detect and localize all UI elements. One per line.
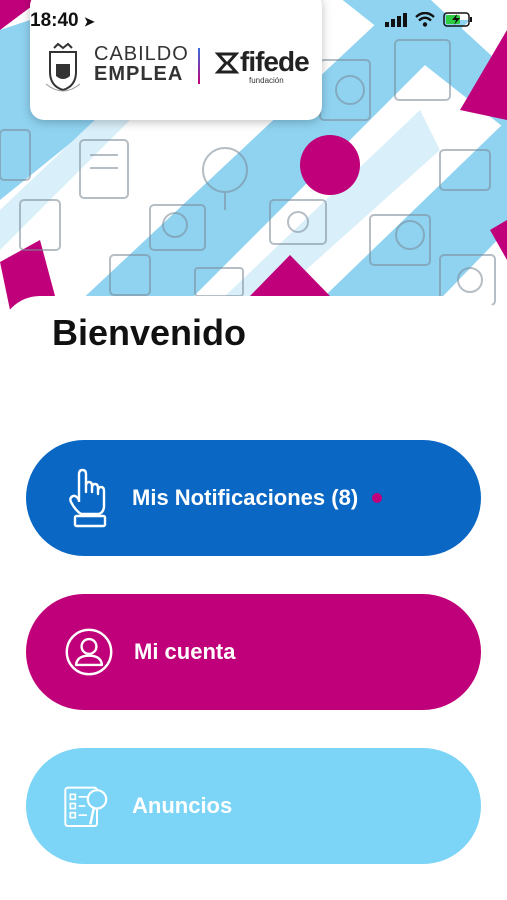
account-label: Mi cuenta — [134, 639, 236, 664]
unread-indicator-dot — [372, 493, 383, 503]
ads-button[interactable]: Anuncios — [26, 748, 481, 864]
emplea-text: EMPLEA — [94, 63, 184, 85]
status-time: 18:40 ➤ — [30, 10, 95, 31]
location-arrow-icon: ➤ — [83, 14, 95, 29]
welcome-title: Bienvenido — [52, 312, 247, 353]
battery-charging-icon — [443, 12, 472, 27]
wifi-icon — [415, 12, 435, 27]
fifede-logo-icon — [214, 52, 240, 74]
notifications-button[interactable]: Mis Notificaciones (8) — [26, 440, 481, 556]
status-bar: 18:40 ➤ — [0, 0, 507, 44]
cabildo-text: CABILDO — [94, 43, 189, 65]
pointing-hand-icon — [62, 468, 112, 528]
notifications-label: Mis Notificaciones (8) — [132, 485, 359, 510]
cabildo-emplea-logo: CABILDO EMPLEA — [94, 44, 189, 84]
signal-icon — [385, 12, 407, 27]
account-button[interactable]: Mi cuenta — [26, 594, 481, 710]
logo-divider — [198, 48, 200, 84]
ads-label: Anuncios — [132, 793, 233, 818]
document-search-icon — [62, 776, 112, 836]
user-circle-icon — [64, 622, 114, 682]
fifede-text: fifede — [240, 46, 310, 77]
cabildo-seal-icon — [45, 42, 81, 92]
fundacion-text: fundación — [249, 76, 284, 85]
